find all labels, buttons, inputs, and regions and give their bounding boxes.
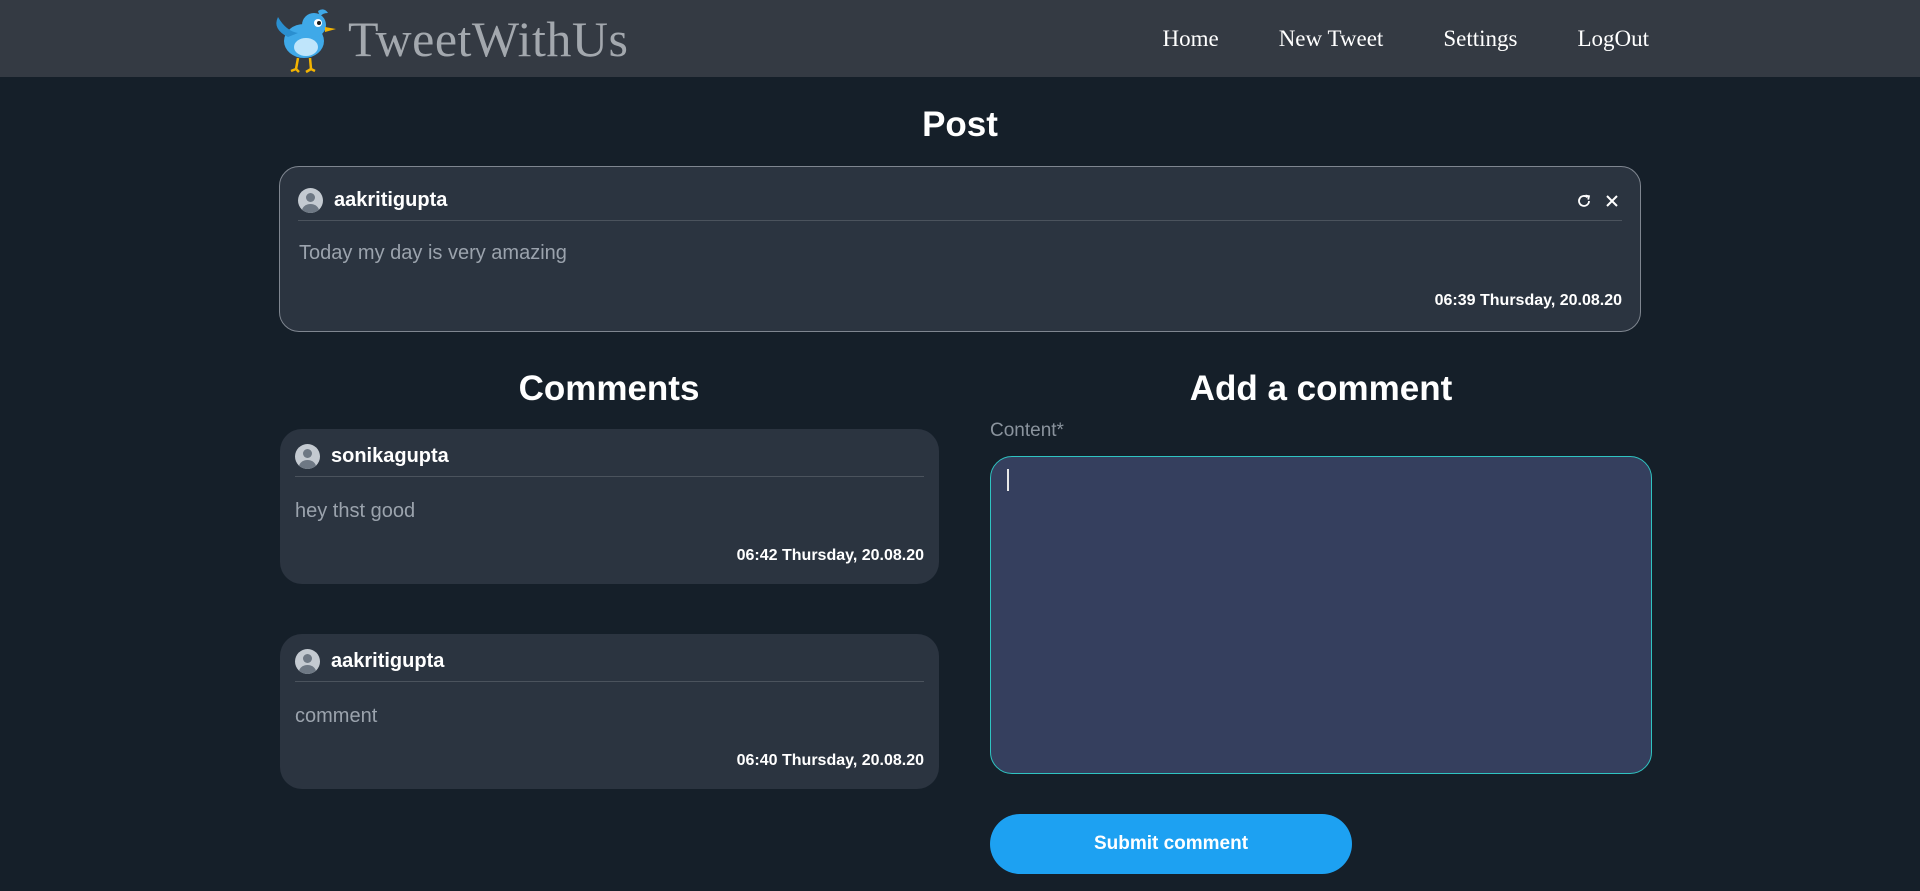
nav-logout-link[interactable]: LogOut (1577, 26, 1649, 52)
comments-heading: Comments (518, 369, 700, 408)
comment-text: hey thst good (295, 500, 416, 522)
brand[interactable]: TweetWithUs (268, 0, 628, 77)
post-text: Today my day is very amazing (299, 242, 567, 264)
user-avatar-icon (298, 188, 323, 213)
nav-links: Home New Tweet Settings LogOut (1102, 0, 1649, 77)
nav-settings-link[interactable]: Settings (1443, 26, 1517, 52)
comment-card: sonikagupta hey thst good 06:42 Thursday… (280, 429, 939, 584)
add-comment-heading: Add a comment (1189, 369, 1453, 408)
refresh-icon[interactable] (1574, 191, 1594, 211)
comment-header: aakritigupta (295, 648, 924, 682)
top-navbar: TweetWithUs Home New Tweet Settings LogO… (0, 0, 1920, 77)
user-avatar-icon (295, 649, 320, 674)
comment-username[interactable]: aakritigupta (331, 650, 444, 673)
post-username[interactable]: aakritigupta (334, 189, 447, 212)
comment-timestamp: 06:42 Thursday, 20.08.20 (736, 547, 924, 564)
post-actions (1566, 191, 1622, 211)
comment-header: sonikagupta (295, 443, 924, 477)
comment-card: aakritigupta comment 06:40 Thursday, 20.… (280, 634, 939, 789)
comment-username[interactable]: sonikagupta (331, 445, 449, 468)
comment-text: comment (295, 705, 378, 727)
content-label: Content* (990, 420, 1064, 441)
nav-home-link[interactable]: Home (1162, 26, 1218, 52)
submit-comment-button[interactable]: Submit comment (990, 814, 1352, 874)
post-header: aakritigupta (298, 187, 1622, 221)
post-timestamp: 06:39 Thursday, 20.08.20 (1434, 292, 1622, 309)
comment-content-textarea[interactable] (990, 456, 1652, 774)
user-avatar-icon (295, 444, 320, 469)
twitter-bird-icon (276, 8, 336, 73)
text-caret (1007, 469, 1009, 491)
nav-new-tweet-link[interactable]: New Tweet (1279, 26, 1384, 52)
brand-name[interactable]: TweetWithUs (348, 10, 628, 68)
post-card: aakritigupta Today my day is very amazin… (279, 166, 1641, 332)
post-heading: Post (922, 105, 998, 144)
comment-timestamp: 06:40 Thursday, 20.08.20 (736, 752, 924, 769)
close-icon[interactable] (1602, 191, 1622, 211)
